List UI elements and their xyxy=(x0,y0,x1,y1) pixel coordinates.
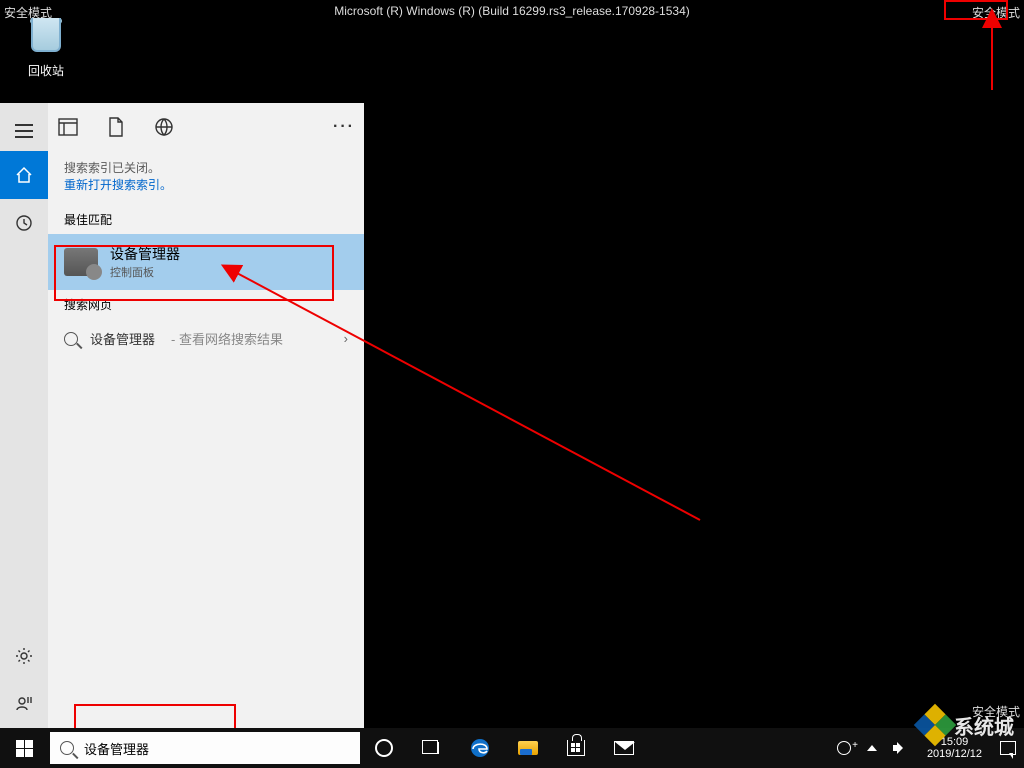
notification-icon xyxy=(1000,741,1016,755)
speaker-icon xyxy=(893,742,909,754)
search-rail xyxy=(0,103,48,728)
more-icon: ··· xyxy=(333,118,355,136)
search-filter-bar: ··· xyxy=(48,103,364,151)
tray-people[interactable] xyxy=(829,728,859,768)
rail-feedback[interactable] xyxy=(0,680,48,728)
recycle-bin-label: 回收站 xyxy=(16,62,76,79)
clock-date: 2019/12/12 xyxy=(927,748,982,760)
web-search-suffix: - 查看网络搜索结果 xyxy=(171,329,283,348)
hamburger-icon xyxy=(15,130,33,132)
device-manager-icon xyxy=(64,248,98,276)
filter-apps[interactable] xyxy=(56,115,80,139)
hamburger-button[interactable] xyxy=(0,103,48,151)
rail-settings[interactable] xyxy=(0,632,48,680)
taskbar-mail[interactable] xyxy=(600,728,648,768)
taskbar-file-explorer[interactable] xyxy=(504,728,552,768)
start-search-panel: ··· 搜索索引已关闭。 重新打开搜索索引。 最佳匹配 设备管理器 控制面板 搜… xyxy=(0,103,364,728)
section-web-search: 搜索网页 xyxy=(48,290,364,319)
chevron-right-icon: › xyxy=(344,331,348,346)
folder-icon xyxy=(518,741,538,755)
web-search-item[interactable]: 设备管理器 - 查看网络搜索结果 › xyxy=(48,319,364,358)
apps-icon xyxy=(58,118,78,136)
feedback-icon xyxy=(14,694,34,714)
rail-clock[interactable] xyxy=(0,199,48,247)
index-notice-text: 搜索索引已关闭。 xyxy=(64,161,160,175)
watermark-logo: 系统城 xyxy=(920,710,1014,740)
start-button[interactable] xyxy=(0,728,48,768)
filter-web[interactable] xyxy=(152,115,176,139)
cortana-button[interactable] xyxy=(360,728,408,768)
cortana-icon xyxy=(375,739,393,757)
task-view-button[interactable] xyxy=(408,728,456,768)
globe-icon xyxy=(154,117,174,137)
mail-icon xyxy=(614,741,634,755)
rail-home[interactable] xyxy=(0,151,48,199)
search-results-pane: ··· 搜索索引已关闭。 重新打开搜索索引。 最佳匹配 设备管理器 控制面板 搜… xyxy=(48,103,364,728)
document-icon xyxy=(108,117,124,137)
windows-logo-icon xyxy=(16,740,33,757)
home-icon xyxy=(14,165,34,185)
gear-icon xyxy=(14,646,34,666)
taskbar: 15:09 2019/12/12 xyxy=(0,728,1024,768)
taskbar-search-input[interactable] xyxy=(84,741,350,756)
best-match-title: 设备管理器 xyxy=(110,244,180,264)
search-icon xyxy=(60,741,74,755)
section-best-match: 最佳匹配 xyxy=(48,205,364,234)
tray-show-hidden[interactable] xyxy=(859,728,885,768)
best-match-device-manager[interactable]: 设备管理器 控制面板 xyxy=(48,234,364,290)
reopen-index-link[interactable]: 重新打开搜索索引。 xyxy=(64,178,172,192)
recycle-bin[interactable]: 回收站 xyxy=(16,12,76,79)
task-view-icon xyxy=(425,742,439,754)
taskbar-search[interactable] xyxy=(50,732,360,764)
best-match-subtitle: 控制面板 xyxy=(110,264,180,280)
watermark-logo-text: 系统城 xyxy=(954,711,1014,740)
filter-more[interactable]: ··· xyxy=(332,115,356,139)
edge-icon xyxy=(469,737,491,759)
tray-volume[interactable] xyxy=(885,728,917,768)
store-icon xyxy=(567,740,585,756)
safe-mode-label-top-right: 安全模式 xyxy=(972,4,1020,21)
watermark-diamond-icon xyxy=(914,704,956,746)
clock-icon xyxy=(14,213,34,233)
recycle-bin-icon xyxy=(28,18,64,58)
build-watermark: Microsoft (R) Windows (R) (Build 16299.r… xyxy=(334,4,690,18)
filter-documents[interactable] xyxy=(104,115,128,139)
taskbar-edge[interactable] xyxy=(456,728,504,768)
chevron-up-icon xyxy=(867,745,877,751)
taskbar-store[interactable] xyxy=(552,728,600,768)
search-icon xyxy=(64,332,78,346)
people-icon xyxy=(837,741,851,755)
web-search-query: 设备管理器 xyxy=(90,329,155,348)
index-notice: 搜索索引已关闭。 重新打开搜索索引。 xyxy=(48,151,364,205)
